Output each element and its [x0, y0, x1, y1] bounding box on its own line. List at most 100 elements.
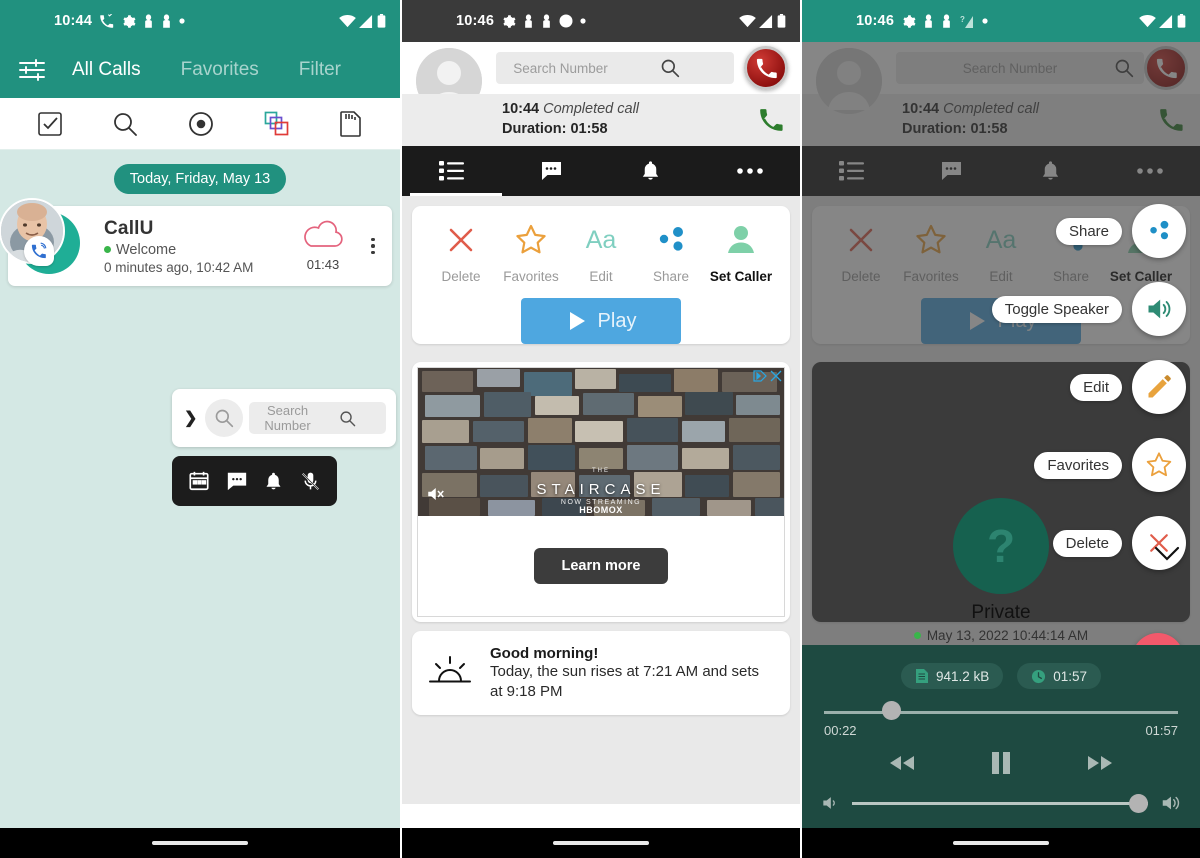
player-times: 00:22 01:57	[824, 723, 1178, 738]
play-icon	[566, 310, 588, 332]
ad-box[interactable]: THE STAIRCASE NOW STREAMING HBOMOX Learn…	[417, 367, 785, 617]
wifi-icon	[739, 14, 756, 28]
signal-icon	[759, 14, 774, 28]
tab-more[interactable]	[701, 166, 801, 176]
star-icon[interactable]	[1132, 438, 1186, 492]
file-icon	[915, 668, 929, 684]
dot-icon	[982, 18, 988, 24]
sdcard-icon[interactable]	[339, 110, 363, 137]
search-input[interactable]: Search Number	[496, 52, 734, 84]
tab-list[interactable]	[402, 160, 502, 182]
nav-pill[interactable]	[953, 841, 1049, 845]
search-icon[interactable]	[112, 111, 138, 137]
pause-icon[interactable]	[989, 750, 1013, 776]
record-summary: ? Private May 13, 2022 10:44:14 AM	[802, 498, 1200, 643]
volume-thumb[interactable]	[1129, 793, 1148, 813]
share-icon[interactable]	[1132, 204, 1186, 258]
copy-icon[interactable]	[264, 111, 290, 137]
tab-filter[interactable]: Filter	[279, 59, 361, 81]
floating-search-row[interactable]: ❯ Search Number	[172, 389, 396, 447]
left-status-clock: 10:44	[54, 13, 93, 29]
call-info-row[interactable]: 10:44 Completed call Duration: 01:58	[402, 94, 800, 146]
ad-top-controls[interactable]	[753, 370, 782, 382]
mic-off-icon[interactable]	[300, 471, 321, 492]
svg-text:?: ?	[960, 15, 965, 24]
tab-notifications[interactable]	[601, 159, 701, 183]
seek-slider[interactable]	[824, 701, 1178, 720]
dot-icon	[580, 18, 586, 24]
volume-slider[interactable]	[820, 792, 1182, 814]
speaker-icon[interactable]	[1132, 282, 1186, 336]
left-top-bar: All Calls Favorites Filter	[0, 42, 400, 98]
avatar	[0, 198, 88, 290]
action-favorites[interactable]: Favorites	[496, 222, 566, 284]
ad-mute-icon[interactable]	[426, 485, 444, 508]
message-icon[interactable]	[226, 470, 248, 492]
player-position: 00:22	[824, 723, 857, 738]
tab-messages[interactable]	[502, 159, 602, 183]
tab-all-calls[interactable]: All Calls	[52, 59, 161, 81]
duration-chip: 01:57	[1017, 663, 1102, 689]
call-list-item[interactable]: CallU Welcome 0 minutes ago, 10:42 AM 01…	[0, 198, 392, 286]
left-status-right	[339, 14, 386, 28]
ad-close-icon[interactable]	[770, 370, 782, 382]
volume-track[interactable]	[852, 793, 1148, 813]
search-icon[interactable]	[205, 399, 244, 437]
battery-icon	[377, 14, 386, 28]
middle-header: Search Number	[402, 42, 800, 114]
middle-nav-bar	[402, 828, 800, 858]
player-chips: 941.2 kB 01:57	[802, 645, 1200, 689]
sunrise-icon	[428, 656, 472, 690]
file-size-label: 941.2 kB	[935, 668, 990, 684]
overflow-menu-icon[interactable]	[360, 237, 386, 255]
ad-image[interactable]: THE STAIRCASE NOW STREAMING HBOMOX	[418, 368, 784, 516]
right-nav-bar	[802, 828, 1200, 858]
cloud-icon[interactable]	[299, 220, 347, 250]
action-share[interactable]: Share	[636, 222, 706, 284]
green-phone-icon[interactable]	[758, 107, 784, 133]
seek-thumb[interactable]	[882, 701, 902, 720]
ad-footer: Learn more	[418, 516, 784, 616]
play-button[interactable]: Play	[521, 298, 681, 344]
person-icon	[923, 13, 934, 29]
sunrise-card[interactable]: Good morning! Today, the sun rises at 7:…	[412, 631, 790, 715]
ad-choices-icon[interactable]	[753, 370, 767, 382]
nav-pill[interactable]	[152, 841, 248, 845]
status-dot-icon	[913, 632, 921, 639]
middle-tab-bar	[402, 146, 800, 196]
bell-icon[interactable]	[263, 471, 284, 492]
action-share[interactable]: Share	[886, 192, 1186, 270]
ad-card[interactable]: THE STAIRCASE NOW STREAMING HBOMOX Learn…	[412, 362, 790, 622]
checkbox-icon[interactable]	[37, 111, 63, 137]
sunrise-body: Today, the sun rises at 7:21 AM and sets…	[490, 663, 760, 700]
call-button[interactable]	[744, 46, 788, 90]
action-edit[interactable]: Aa Edit	[566, 222, 636, 284]
search-icon[interactable]	[615, 58, 724, 78]
record-date-text: May 13, 2022 10:44:14 AM	[926, 628, 1089, 643]
actions-card: Delete Favorites Aa Edit Share Set Calle…	[412, 206, 790, 344]
action-edit-label: Edit	[1070, 373, 1122, 401]
chevron-right-icon[interactable]: ❯	[182, 408, 199, 428]
action-toggle-speaker[interactable]: Toggle Speaker	[886, 270, 1186, 348]
nav-pill[interactable]	[553, 841, 649, 845]
action-set-caller-label: Set Caller	[709, 269, 773, 284]
signal-icon	[359, 14, 374, 28]
search-input[interactable]: Search Number	[249, 402, 386, 434]
forward-icon[interactable]	[1085, 753, 1115, 773]
tab-favorites[interactable]: Favorites	[161, 59, 279, 81]
rewind-icon[interactable]	[887, 753, 917, 773]
tune-icon[interactable]	[12, 59, 52, 81]
call-item-status: Welcome	[104, 242, 286, 258]
action-favorites[interactable]: Favorites	[886, 426, 1186, 504]
action-set-caller[interactable]: Set Caller	[706, 222, 776, 284]
action-delete[interactable]: Delete	[426, 222, 496, 284]
ad-cta-button[interactable]: Learn more	[533, 548, 669, 584]
calendar-icon[interactable]	[188, 470, 210, 492]
pencil-icon[interactable]	[1132, 360, 1186, 414]
action-edit[interactable]: Edit	[886, 348, 1186, 426]
call-info-line1: 10:44 Completed call	[502, 100, 758, 120]
middle-status-clock: 10:46	[456, 13, 495, 29]
record-icon[interactable]	[188, 111, 214, 137]
middle-status-right	[739, 14, 786, 28]
search-submit-icon[interactable]	[318, 410, 378, 427]
